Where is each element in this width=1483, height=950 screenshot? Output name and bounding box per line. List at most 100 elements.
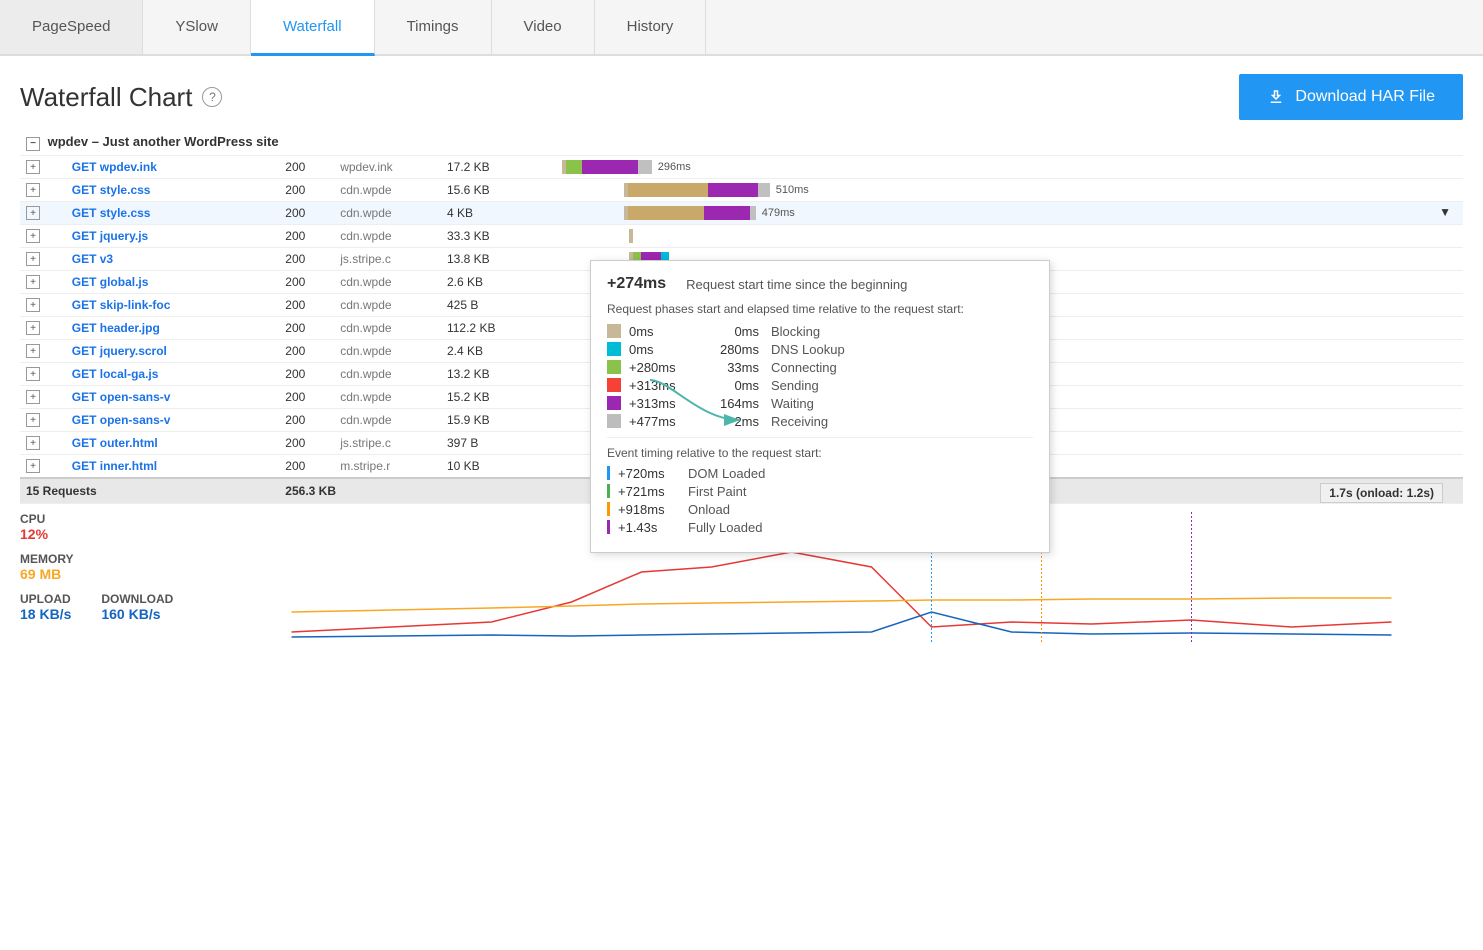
row-domain-11: cdn.wpde [334, 408, 441, 431]
table-row[interactable]: + GET style.css 200 cdn.wpde 4 KB 479ms … [20, 201, 1463, 224]
connect-bar-0 [566, 160, 582, 174]
row-status-6: 200 [279, 293, 334, 316]
row-url-3: GET jquery.js [66, 224, 280, 247]
row-domain-12: js.stripe.c [334, 431, 441, 454]
event-name-2: Onload [688, 502, 730, 517]
phase-name-5: Receiving [771, 414, 828, 429]
phase-color-dns [607, 342, 621, 356]
row-expand-7[interactable]: + [26, 321, 40, 335]
tab-video[interactable]: Video [492, 0, 595, 54]
row-status-10: 200 [279, 385, 334, 408]
row-url-13: GET inner.html [66, 454, 280, 478]
bar-label-1: 510ms [776, 184, 809, 196]
row-expand-13[interactable]: + [26, 459, 40, 473]
tooltip-time: +274ms [607, 275, 666, 293]
phase-name-4: Waiting [771, 396, 814, 411]
tooltip-event-1: +721ms First Paint [607, 484, 1033, 499]
tooltip-divider [607, 437, 1033, 438]
download-icon [1267, 88, 1285, 106]
row-status-9: 200 [279, 362, 334, 385]
tab-yslow[interactable]: YSlow [143, 0, 251, 54]
bar-cell-1: 510ms [548, 178, 1463, 201]
phase-elapsed-4: 164ms [699, 396, 759, 411]
phase-name-3: Sending [771, 378, 819, 393]
row-status-3: 200 [279, 224, 334, 247]
event-name-0: DOM Loaded [688, 466, 765, 481]
cpu-label: CPU [20, 512, 220, 526]
table-row[interactable]: + GET wpdev.ink 200 wpdev.ink 17.2 KB 29… [20, 155, 1463, 178]
download-value: 160 KB/s [101, 606, 173, 622]
tab-waterfall[interactable]: Waterfall [251, 0, 375, 56]
row-expand-8[interactable]: + [26, 344, 40, 358]
row-expand-0[interactable]: + [26, 160, 40, 174]
row-expand-1[interactable]: + [26, 183, 40, 197]
row-size-4: 13.8 KB [441, 247, 548, 270]
row-url-8: GET jquery.scrol [66, 339, 280, 362]
tab-timings[interactable]: Timings [375, 0, 492, 54]
memory-value: 69 MB [20, 566, 220, 582]
row-expand-10[interactable]: + [26, 390, 40, 404]
tooltip-phase-2: +280ms 33ms Connecting [607, 360, 1033, 375]
upload-value: 18 KB/s [20, 606, 71, 622]
row-url-4: GET v3 [66, 247, 280, 270]
row-size-6: 425 B [441, 293, 548, 316]
tooltip-event-3: +1.43s Fully Loaded [607, 520, 1033, 535]
memory-stat: MEMORY 69 MB [20, 552, 220, 582]
row-domain-6: cdn.wpde [334, 293, 441, 316]
cpu-value: 12% [20, 526, 220, 542]
tabs-bar: PageSpeed YSlow Waterfall Timings Video … [0, 0, 1483, 56]
table-row[interactable]: + GET jquery.js 200 cdn.wpde 33.3 KB [20, 224, 1463, 247]
bandwidth-stats: UPLOAD 18 KB/s DOWNLOAD 160 KB/s [20, 592, 220, 622]
phase-name-1: DNS Lookup [771, 342, 845, 357]
phase-elapsed-2: 33ms [699, 360, 759, 375]
group-expand-icon[interactable]: − [26, 137, 40, 151]
bar-label-2: 479ms [762, 207, 795, 219]
tooltip-phase-3: +313ms 0ms Sending [607, 378, 1033, 393]
download-har-button[interactable]: Download HAR File [1239, 74, 1463, 120]
row-url-10: GET open-sans-v [66, 385, 280, 408]
recv-bar-0 [638, 160, 652, 174]
row-domain-4: js.stripe.c [334, 247, 441, 270]
row-expand-11[interactable]: + [26, 413, 40, 427]
row-size-3: 33.3 KB [441, 224, 548, 247]
row-expand-12[interactable]: + [26, 436, 40, 450]
row-status-12: 200 [279, 431, 334, 454]
table-row[interactable]: + GET style.css 200 cdn.wpde 15.6 KB 510… [20, 178, 1463, 201]
row-size-13: 10 KB [441, 454, 548, 478]
row-domain-3: cdn.wpde [334, 224, 441, 247]
row-expand-3[interactable]: + [26, 229, 40, 243]
row-domain-0: wpdev.ink [334, 155, 441, 178]
phase-start-4: +313ms [629, 396, 699, 411]
event-line-dom [607, 466, 610, 480]
row-status-8: 200 [279, 339, 334, 362]
event-time-2: +918ms [618, 502, 688, 517]
row-domain-7: cdn.wpde [334, 316, 441, 339]
row-size-11: 15.9 KB [441, 408, 548, 431]
row-url-5: GET global.js [66, 270, 280, 293]
tab-history[interactable]: History [595, 0, 707, 54]
row-expand-9[interactable]: + [26, 367, 40, 381]
event-name-3: Fully Loaded [688, 520, 762, 535]
row-expand-4[interactable]: + [26, 252, 40, 266]
row-status-7: 200 [279, 316, 334, 339]
row-expand-5[interactable]: + [26, 275, 40, 289]
row-expand-2[interactable]: + [26, 206, 40, 220]
tooltip-header: +274ms Request start time since the begi… [607, 275, 1033, 293]
tooltip-phase-5: +477ms 2ms Receiving [607, 414, 1033, 429]
row-domain-5: cdn.wpde [334, 270, 441, 293]
stats-col: CPU 12% MEMORY 69 MB UPLOAD 18 KB/s DOWN… [20, 512, 220, 642]
dropdown-arrow-2[interactable]: ▼ [1439, 205, 1451, 219]
download-stat: DOWNLOAD 160 KB/s [101, 592, 173, 622]
event-line-loaded [607, 520, 610, 534]
row-expand-6[interactable]: + [26, 298, 40, 312]
bar-cell-3 [548, 224, 1463, 247]
phase-start-2: +280ms [629, 360, 699, 375]
phase-name-0: Blocking [771, 324, 820, 339]
tab-pagespeed[interactable]: PageSpeed [0, 0, 143, 54]
tooltip-phase-0: 0ms 0ms Blocking [607, 324, 1033, 339]
summary-requests: 15 Requests [20, 478, 279, 504]
help-icon[interactable]: ? [202, 87, 222, 107]
tooltip-event-0: +720ms DOM Loaded [607, 466, 1033, 481]
row-url-0: GET wpdev.ink [66, 155, 280, 178]
download-label: DOWNLOAD [101, 592, 173, 606]
